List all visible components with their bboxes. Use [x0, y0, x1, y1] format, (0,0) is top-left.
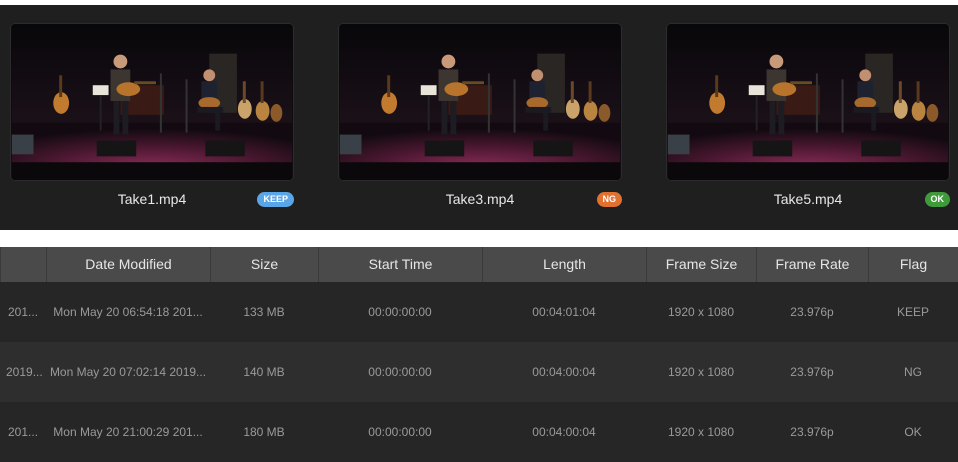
- flag-badge-keep[interactable]: KEEP: [257, 192, 294, 207]
- column-header-date-modified[interactable]: Date Modified: [46, 247, 210, 282]
- cell-frame-size: 1920 x 1080: [667, 425, 735, 439]
- cell-frame-rate: 23.976p: [790, 425, 834, 439]
- cell-frame-size: 1920 x 1080: [667, 365, 735, 379]
- cell-size: 180 MB: [243, 425, 285, 439]
- thumbnail-filename: Take5.mp4: [773, 191, 843, 207]
- column-header-length[interactable]: Length: [482, 247, 646, 282]
- cell-start-time: 00:00:00:00: [368, 425, 432, 439]
- cell-date-modified: Mon May 20 21:00:29 201...: [53, 425, 203, 439]
- cell-flag: OK: [904, 425, 922, 439]
- cell-date-modified: Mon May 20 07:02:14 2019...: [49, 365, 207, 379]
- table-row[interactable]: 201... Mon May 20 21:00:29 201... 180 MB…: [0, 402, 958, 462]
- flag-badge-ng[interactable]: NG: [596, 192, 622, 207]
- concert-scene-image: [11, 24, 293, 180]
- thumbnail-take5[interactable]: Take5.mp4 OK: [666, 23, 950, 207]
- column-header-size[interactable]: Size: [210, 247, 318, 282]
- cell-start-time: 00:00:00:00: [368, 305, 432, 319]
- column-header-frame-rate[interactable]: Frame Rate: [756, 247, 868, 282]
- cell-length: 00:04:01:04: [532, 305, 596, 319]
- cell-flag: KEEP: [896, 305, 929, 319]
- column-header-frame-size[interactable]: Frame Size: [646, 247, 756, 282]
- concert-scene-image: [339, 24, 621, 180]
- table-header: Date Modified Size Start Time Length Fra…: [0, 247, 958, 282]
- cell-frame-rate: 23.976p: [790, 305, 834, 319]
- column-header-name[interactable]: [0, 247, 46, 282]
- thumbnail-strip: Take1.mp4 KEEP Take3.mp4 NG Take5.mp4 OK: [0, 5, 958, 230]
- cell-size: 140 MB: [243, 365, 285, 379]
- column-header-start-time[interactable]: Start Time: [318, 247, 482, 282]
- video-thumbnail-image[interactable]: [666, 23, 950, 181]
- flag-badge-ok[interactable]: OK: [924, 192, 950, 207]
- thumbnail-take1[interactable]: Take1.mp4 KEEP: [10, 23, 294, 207]
- cell-frame-size: 1920 x 1080: [667, 305, 735, 319]
- clip-table: Date Modified Size Start Time Length Fra…: [0, 247, 958, 462]
- cell-name: 2019...: [6, 365, 43, 379]
- cell-flag: NG: [904, 365, 922, 379]
- video-thumbnail-image[interactable]: [10, 23, 294, 181]
- cell-start-time: 00:00:00:00: [368, 365, 432, 379]
- thumbnail-filename: Take3.mp4: [445, 191, 515, 207]
- cell-length: 00:04:00:04: [532, 365, 596, 379]
- column-header-flag[interactable]: Flag: [868, 247, 958, 282]
- table-row[interactable]: 201... Mon May 20 06:54:18 201... 133 MB…: [0, 282, 958, 342]
- video-thumbnail-image[interactable]: [338, 23, 622, 181]
- cell-size: 133 MB: [243, 305, 285, 319]
- cell-name: 201...: [8, 425, 39, 439]
- table-row[interactable]: 2019... Mon May 20 07:02:14 2019... 140 …: [0, 342, 958, 402]
- cell-frame-rate: 23.976p: [790, 365, 834, 379]
- cell-date-modified: Mon May 20 06:54:18 201...: [53, 305, 203, 319]
- cell-name: 201...: [8, 305, 39, 319]
- thumbnail-take3[interactable]: Take3.mp4 NG: [338, 23, 622, 207]
- thumbnail-filename: Take1.mp4: [117, 191, 187, 207]
- cell-length: 00:04:00:04: [532, 425, 596, 439]
- concert-scene-image: [667, 24, 949, 180]
